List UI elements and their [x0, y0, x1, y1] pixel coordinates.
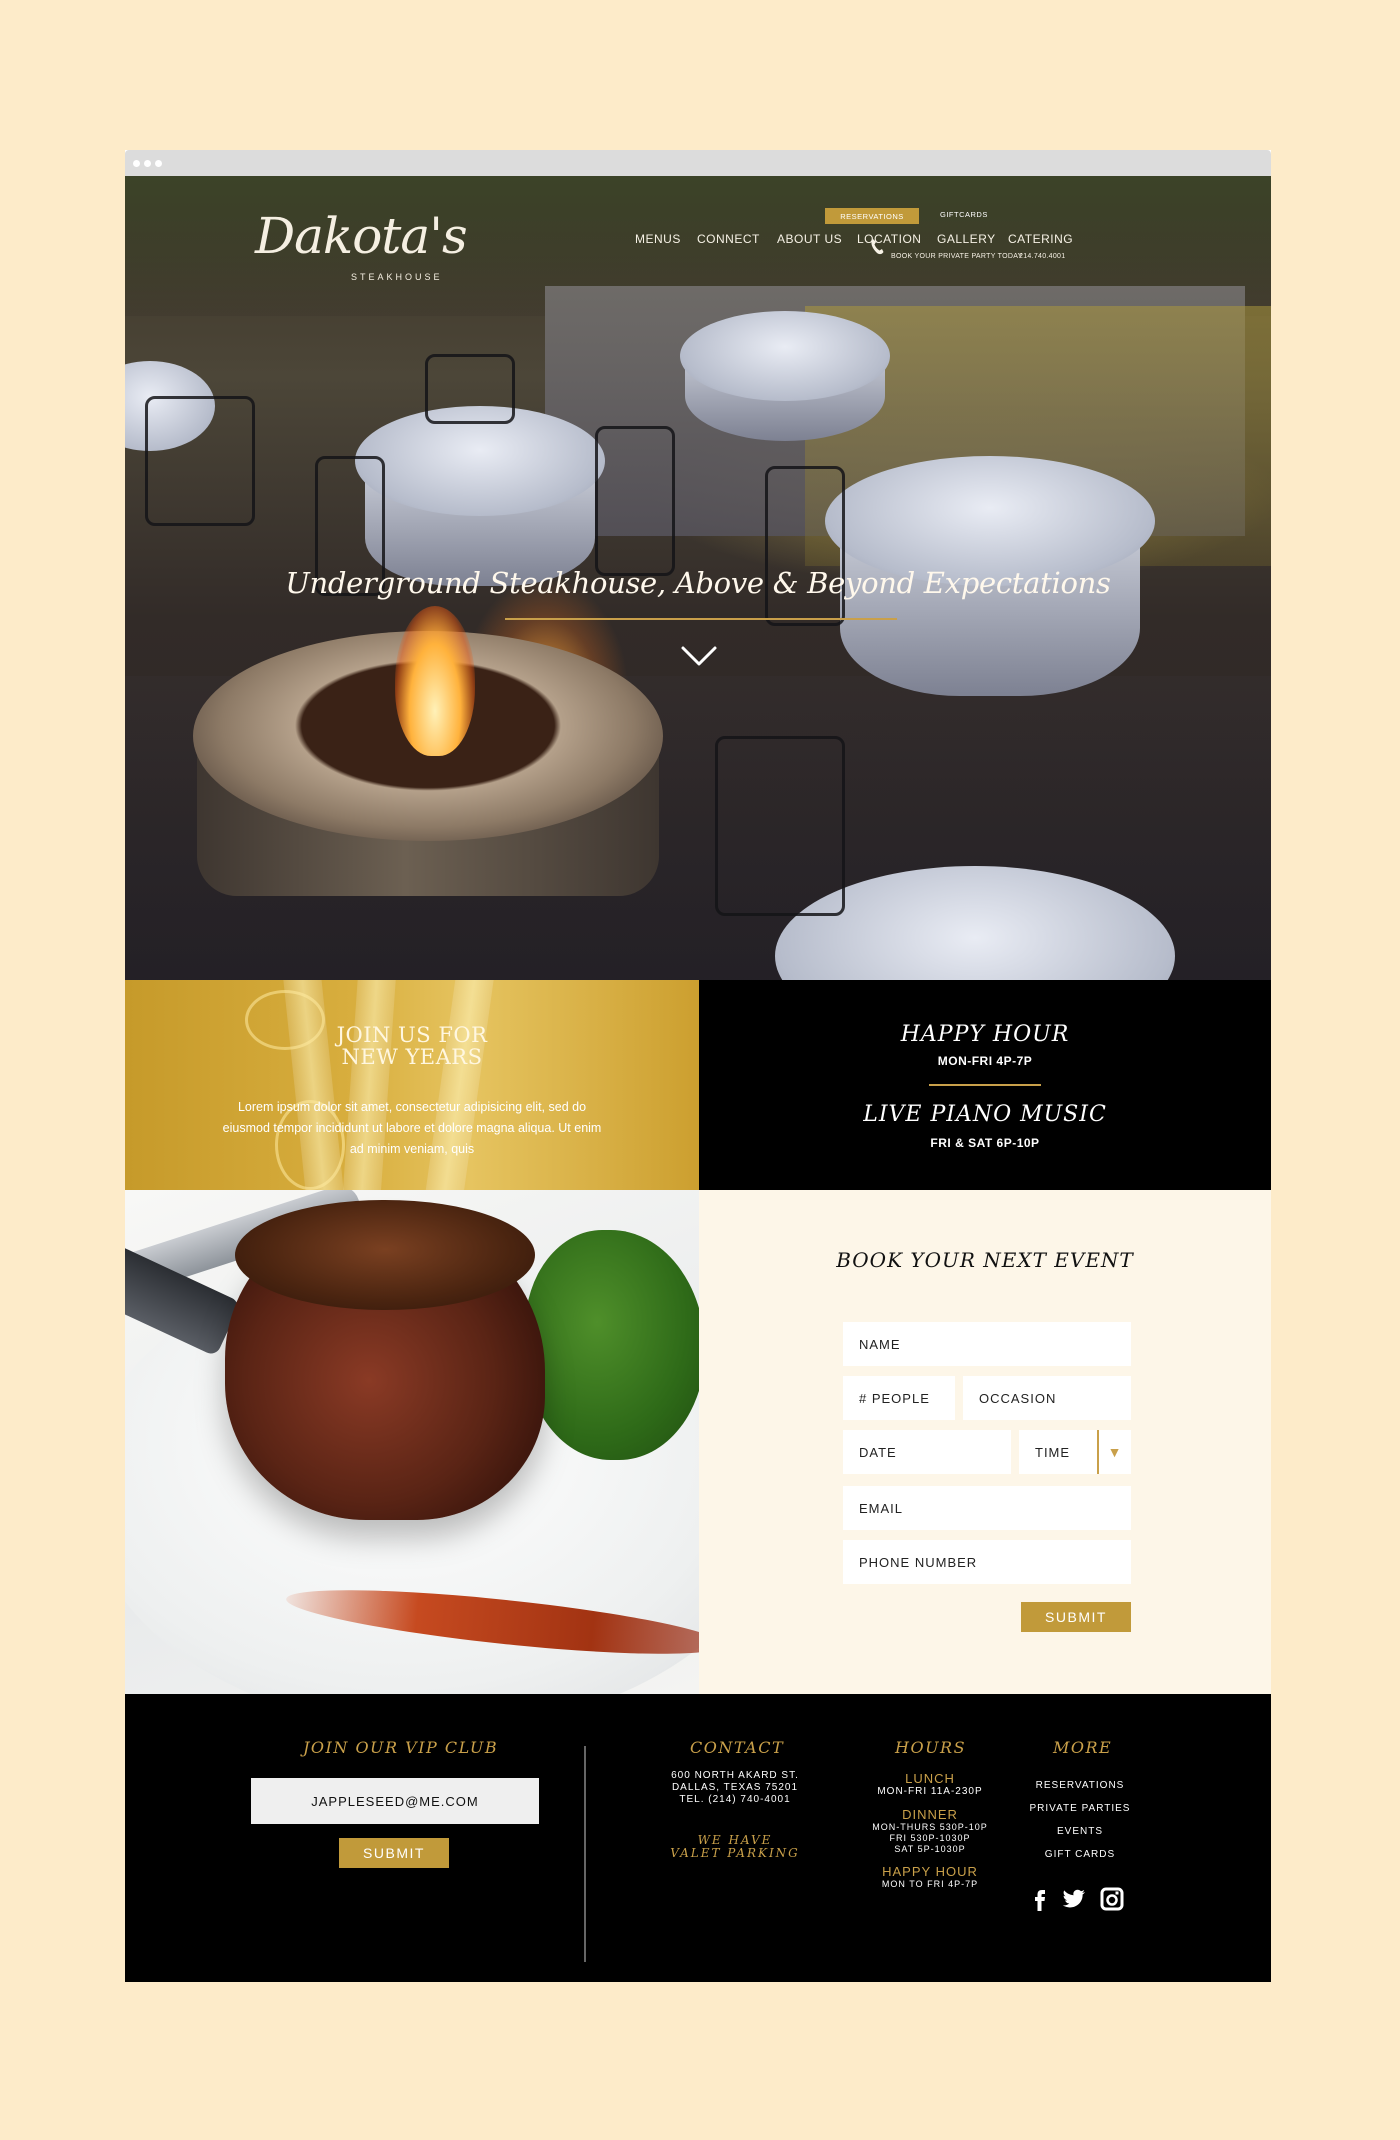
- valet-parking-note: WE HAVE VALET PARKING: [645, 1834, 825, 1860]
- more-link-events[interactable]: EVENTS: [1015, 1820, 1145, 1843]
- logo-subtitle: STEAKHOUSE: [351, 272, 443, 282]
- window-dot[interactable]: [133, 159, 140, 167]
- happy-hour-time: MON-FRI 4P-7P: [937, 1054, 1033, 1068]
- lunch-label: LUNCH: [905, 1771, 955, 1786]
- promo-divider: [929, 1084, 1041, 1086]
- happy-hour-label: HAPPY HOUR: [882, 1864, 978, 1879]
- facebook-icon[interactable]: [1027, 1886, 1053, 1912]
- hero-photo-chair: [425, 354, 515, 424]
- vip-submit-button[interactable]: SUBMIT: [339, 1838, 449, 1868]
- valet-line: VALET PARKING: [670, 1846, 800, 1860]
- more-link-gift-cards[interactable]: GIFT CARDS: [1015, 1843, 1145, 1866]
- date-field[interactable]: DATE: [843, 1430, 1011, 1474]
- twitter-icon[interactable]: [1061, 1886, 1087, 1912]
- greens-image: [525, 1230, 699, 1460]
- browser-window: Dakota's STEAKHOUSE RESERVATIONS GIFTCAR…: [125, 150, 1271, 1982]
- address-line: DALLAS, TEXAS 75201: [671, 1782, 799, 1793]
- booking-title: BOOK YOUR NEXT EVENT: [836, 1248, 1134, 1272]
- hero-photo-chair: [715, 736, 845, 916]
- address-line: 600 NORTH AKARD ST.: [671, 1770, 799, 1781]
- hero-photo-chair: [145, 396, 255, 526]
- nav-location[interactable]: LOCATION: [857, 232, 921, 246]
- hero-photo-flame: [395, 606, 475, 756]
- events-promo: HAPPY HOUR MON-FRI 4P-7P LIVE PIANO MUSI…: [699, 980, 1271, 1190]
- new-years-text: Lorem ipsum dolor sit amet, consectetur …: [222, 1100, 602, 1156]
- lunch-time: MON-FRI 11A-230P: [877, 1786, 983, 1797]
- nav-gallery[interactable]: GALLERY: [937, 232, 996, 246]
- time-select[interactable]: TIME ▼: [1019, 1430, 1131, 1474]
- dinner-time: SAT 5P-1030P: [894, 1844, 966, 1854]
- hero-section: Dakota's STEAKHOUSE RESERVATIONS GIFTCAR…: [125, 176, 1271, 980]
- hero-photo-table: [680, 311, 890, 401]
- live-piano-time: FRI & SAT 6P-10P: [930, 1136, 1040, 1150]
- hours-title: HOURS: [895, 1738, 967, 1757]
- hero-photo-chair: [765, 466, 845, 626]
- nav-menus[interactable]: MENUS: [635, 232, 681, 246]
- name-field[interactable]: NAME: [843, 1322, 1131, 1366]
- more-links: RESERVATIONS PRIVATE PARTIES EVENTS GIFT…: [1015, 1774, 1145, 1866]
- new-years-title-line: NEW YEARS: [341, 1045, 483, 1069]
- new-years-title-line: JOIN US FOR: [336, 1023, 488, 1047]
- phone-line[interactable]: TEL. (214) 740-4001: [645, 1794, 825, 1806]
- booking-form: BOOK YOUR NEXT EVENT NAME # PEOPLE OCCAS…: [699, 1190, 1271, 1694]
- window-dot[interactable]: [144, 159, 151, 167]
- happy-hour-time: MON TO FRI 4P-7P: [881, 1879, 979, 1889]
- private-party-link[interactable]: BOOK YOUR PRIVATE PARTY TODAY: [891, 253, 1023, 260]
- window-dot[interactable]: [155, 159, 162, 167]
- new-years-title: JOIN US FOR NEW YEARS: [125, 1024, 699, 1068]
- booking-submit-button[interactable]: SUBMIT: [1021, 1602, 1131, 1632]
- new-years-promo[interactable]: JOIN US FOR NEW YEARS Lorem ipsum dolor …: [125, 980, 699, 1190]
- vip-email-input[interactable]: JAPPLESEED@ME.COM: [251, 1778, 539, 1824]
- email-field[interactable]: EMAIL: [843, 1486, 1131, 1530]
- phone-icon: [871, 239, 884, 255]
- promo-row: JOIN US FOR NEW YEARS Lorem ipsum dolor …: [125, 980, 1271, 1190]
- hours-list: LUNCH MON-FRI 11A-230P DINNER MON-THURS …: [865, 1772, 995, 1890]
- live-piano-title: LIVE PIANO MUSIC: [863, 1102, 1107, 1127]
- phone-field[interactable]: PHONE NUMBER: [843, 1540, 1131, 1584]
- happy-hour-title: HAPPY HOUR: [900, 1022, 1070, 1047]
- hero-divider: [505, 618, 897, 620]
- time-select-label: TIME: [1035, 1444, 1071, 1460]
- dinner-label: DINNER: [902, 1807, 958, 1822]
- more-title: MORE: [1053, 1738, 1113, 1757]
- hero-photo-chair: [595, 426, 675, 576]
- steak-top-image: [235, 1200, 535, 1310]
- occasion-field[interactable]: OCCASION: [963, 1376, 1131, 1420]
- more-link-reservations[interactable]: RESERVATIONS: [1015, 1774, 1145, 1797]
- giftcards-link[interactable]: GIFTCARDS: [940, 210, 988, 219]
- people-field[interactable]: # PEOPLE: [843, 1376, 955, 1420]
- vip-club-title: JOIN OUR VIP CLUB: [303, 1738, 499, 1757]
- browser-chrome: [125, 150, 1271, 176]
- steak-image: [125, 1190, 699, 1694]
- caret-down-icon[interactable]: ▼: [1097, 1430, 1131, 1474]
- nav-about-us[interactable]: ABOUT US: [777, 232, 842, 246]
- contact-address: 600 NORTH AKARD ST. DALLAS, TEXAS 75201 …: [645, 1770, 825, 1806]
- dinner-time: MON-THURS 530P-10P: [872, 1822, 988, 1832]
- nav-catering[interactable]: CATERING: [1008, 232, 1073, 246]
- contact-title: CONTACT: [690, 1738, 785, 1757]
- instagram-icon[interactable]: [1099, 1886, 1125, 1912]
- phone-number[interactable]: 214.740.4001: [1019, 253, 1065, 260]
- chevron-down-icon[interactable]: [679, 644, 719, 668]
- more-link-private-parties[interactable]: PRIVATE PARTIES: [1015, 1797, 1145, 1820]
- book-event-section: BOOK YOUR NEXT EVENT NAME # PEOPLE OCCAS…: [125, 1190, 1271, 1694]
- footer: JOIN OUR VIP CLUB JAPPLESEED@ME.COM SUBM…: [125, 1694, 1271, 1982]
- reservations-button[interactable]: RESERVATIONS: [825, 208, 919, 224]
- footer-divider: [584, 1746, 586, 1962]
- logo[interactable]: Dakota's STEAKHOUSE: [255, 206, 468, 296]
- dinner-time: FRI 530P-1030P: [889, 1833, 971, 1843]
- logo-script: Dakota's: [255, 207, 468, 265]
- nav-connect[interactable]: CONNECT: [697, 232, 760, 246]
- hero-title: Underground Steakhouse, Above & Beyond E…: [285, 566, 1111, 600]
